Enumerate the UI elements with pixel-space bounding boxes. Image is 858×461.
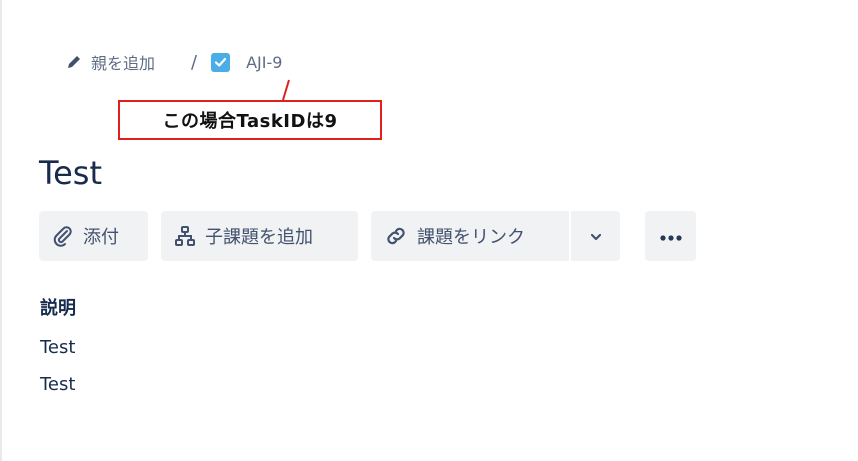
more-icon — [659, 226, 683, 247]
window-edge — [0, 0, 2, 461]
description-heading: 説明 — [40, 298, 76, 319]
breadcrumb-separator: / — [191, 51, 198, 73]
paperclip-icon — [51, 224, 75, 248]
issue-toolbar: 添付 子課題を追加 課題をリンク — [39, 211, 696, 261]
add-parent-label: 親を追加 — [91, 54, 156, 73]
attach-button[interactable]: 添付 — [39, 211, 148, 261]
more-actions-button[interactable] — [645, 211, 696, 261]
chevron-down-icon — [589, 226, 603, 247]
add-child-issue-button[interactable]: 子課題を追加 — [161, 211, 358, 261]
attach-label: 添付 — [83, 227, 119, 248]
issue-key: AJI-9 — [246, 52, 283, 72]
add-parent-link[interactable]: 親を追加 — [66, 50, 155, 74]
pencil-icon — [66, 54, 82, 70]
add-child-label: 子課題を追加 — [205, 227, 313, 248]
description-line[interactable]: Test — [40, 374, 75, 395]
link-issue-button[interactable]: 課題をリンク — [371, 211, 569, 261]
link-options-dropdown[interactable] — [569, 211, 620, 261]
checkbox-icon — [211, 52, 231, 72]
issue-key-link[interactable]: AJI-9 — [211, 52, 283, 72]
annotation-callout: この場合TaskIDは9 — [118, 100, 382, 140]
link-issue-label: 課題をリンク — [417, 227, 525, 248]
link-issue-group: 課題をリンク — [371, 211, 620, 261]
hierarchy-icon — [173, 224, 197, 248]
page-title[interactable]: Test — [39, 150, 102, 196]
annotation-text: この場合TaskIDは9 — [162, 111, 338, 132]
link-icon — [383, 224, 409, 248]
breadcrumb: 親を追加 / AJI-9 — [66, 49, 282, 75]
description-line[interactable]: Test — [40, 337, 75, 358]
